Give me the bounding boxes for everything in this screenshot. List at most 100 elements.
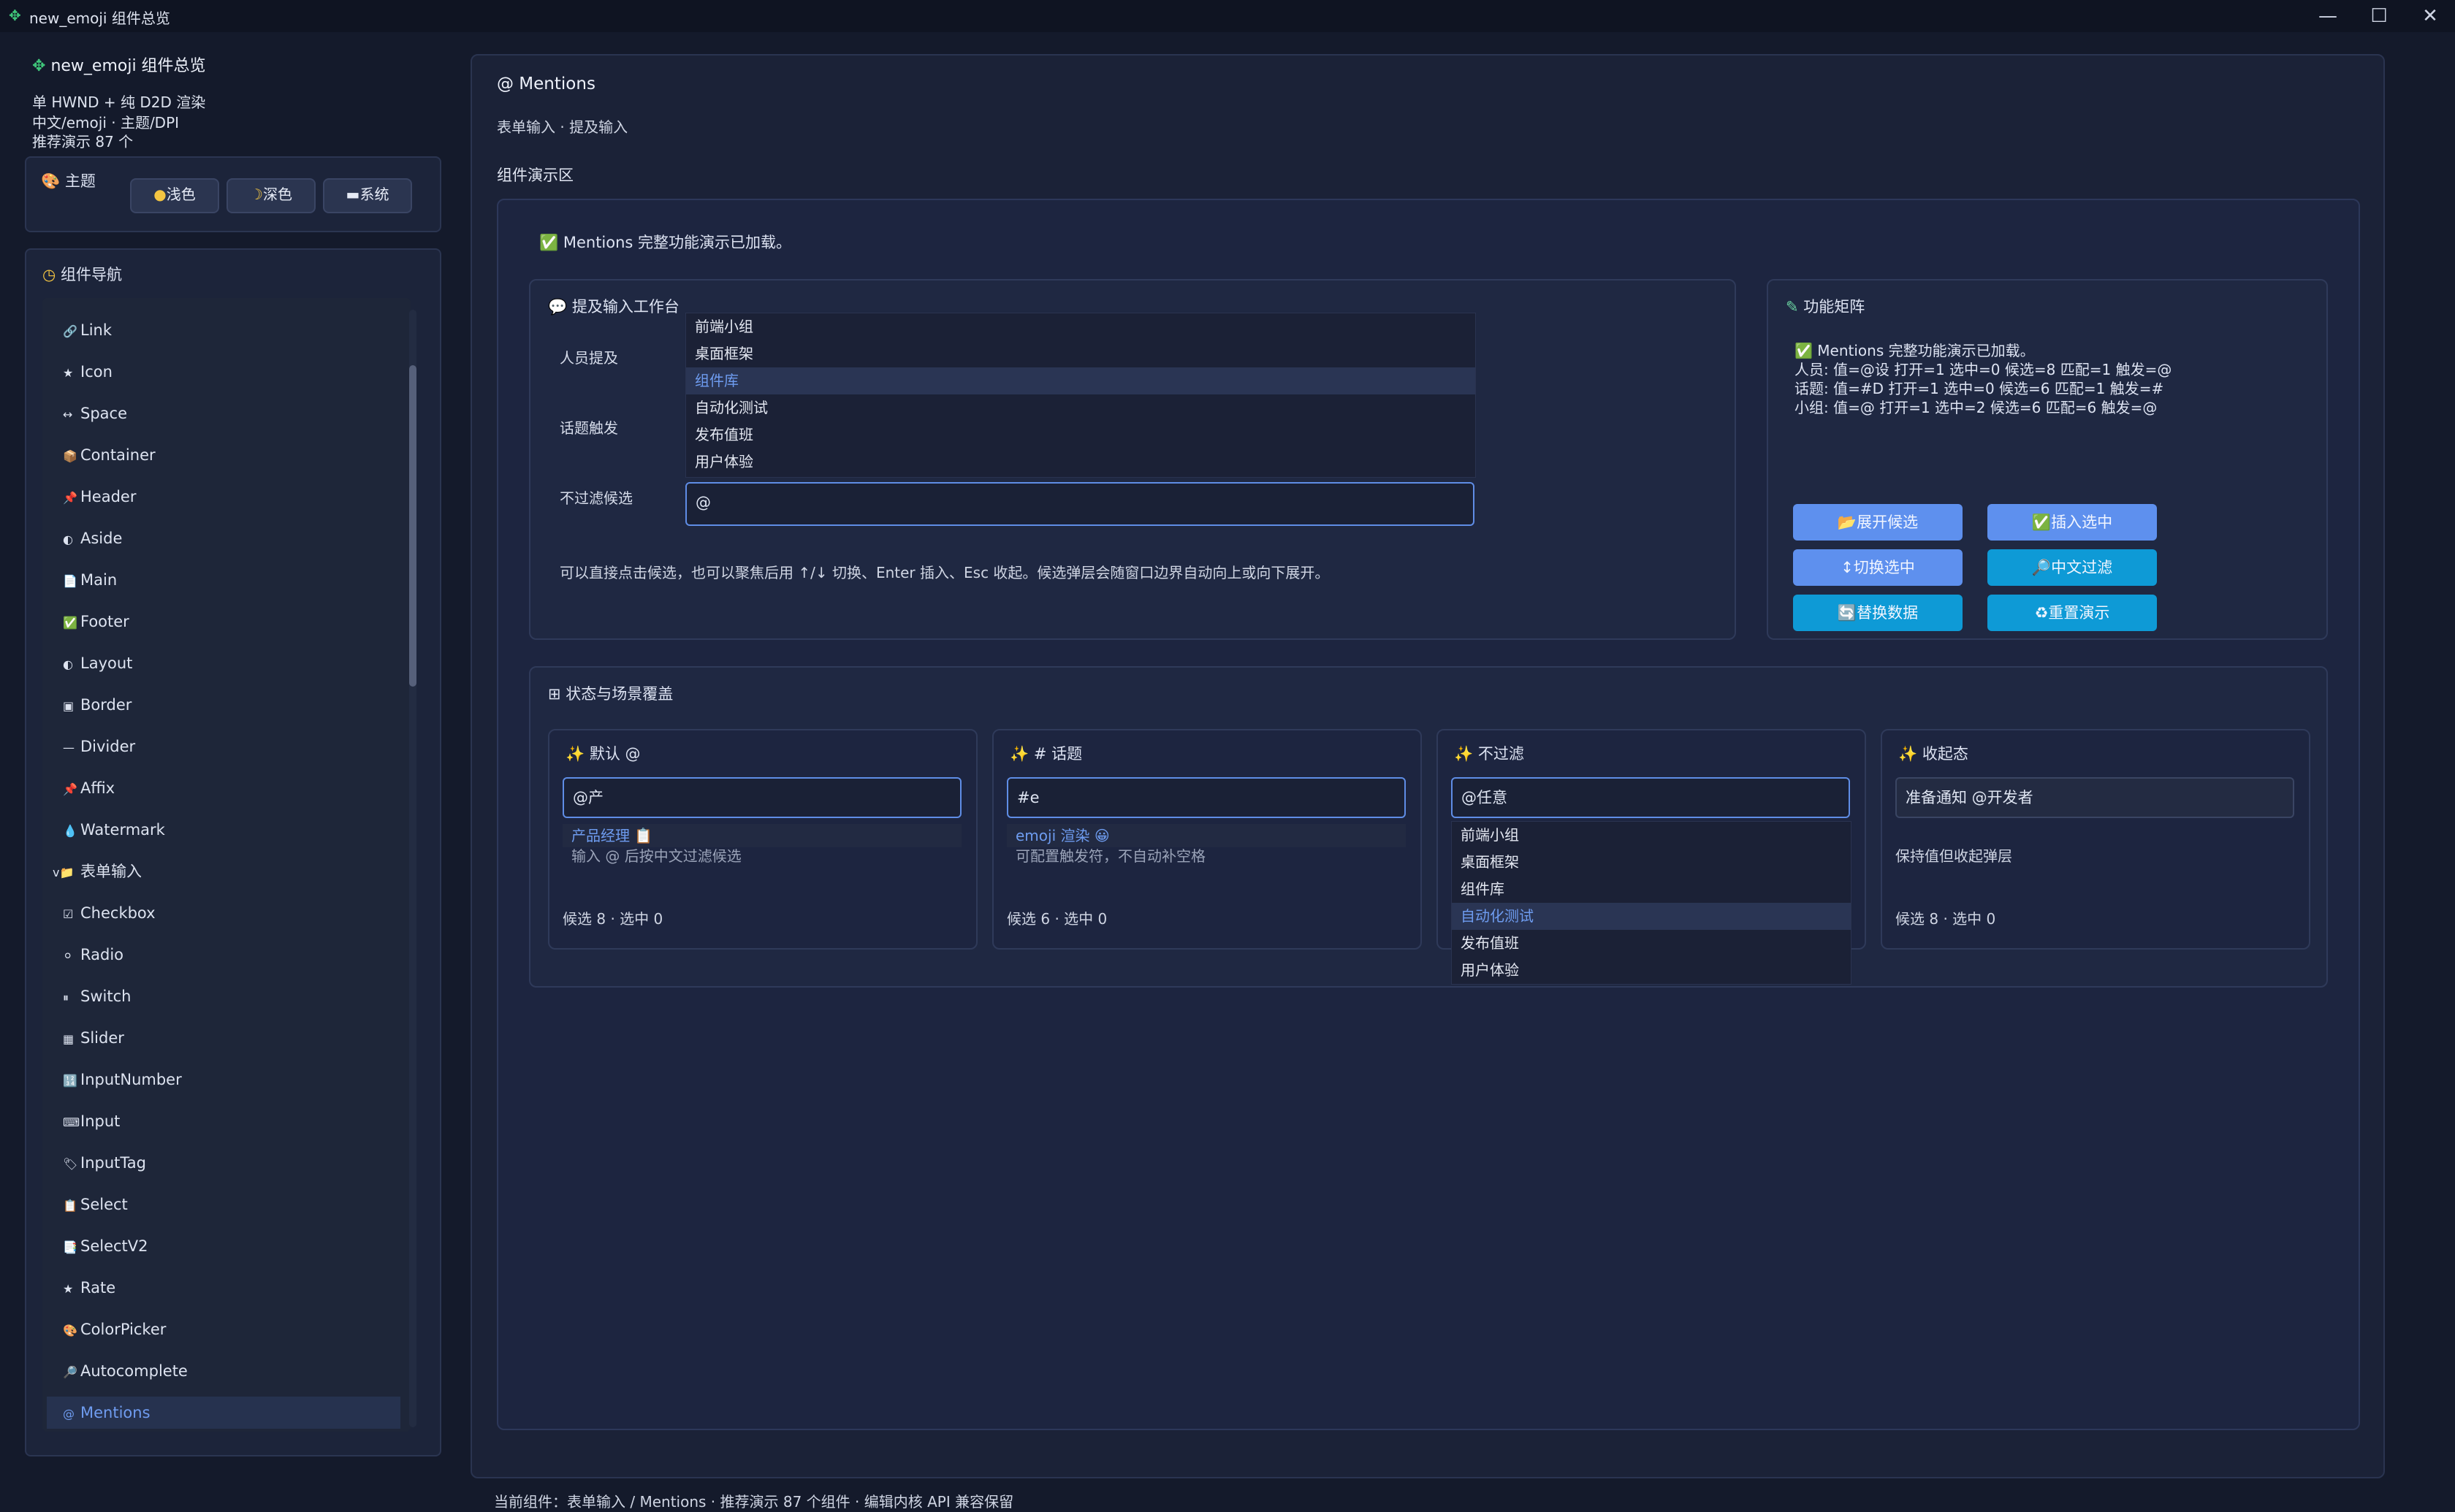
- state-card-title-text: 不过滤: [1477, 745, 1524, 763]
- row-label-people: 人员提及: [560, 349, 618, 367]
- inline-suggestion[interactable]: emoji 渲染 😀: [1007, 824, 1406, 847]
- state-input-default[interactable]: @产: [563, 777, 962, 818]
- sidebar-item-input[interactable]: ⌨Input: [47, 1105, 400, 1137]
- sidebar-item-space[interactable]: ↔ Space: [47, 397, 400, 429]
- nav-item-icon: ⚪: [63, 949, 73, 963]
- status-bar: 当前组件：表单输入 / Mentions · 推荐演示 87 个组件 · 编辑内…: [494, 1493, 1014, 1511]
- sidebar-item-checkbox[interactable]: ☑ Checkbox: [47, 897, 400, 929]
- maximize-button[interactable]: ☐: [2357, 3, 2401, 29]
- state-input-nofilter[interactable]: @任意: [1451, 777, 1850, 818]
- sidebar-item-label: Checkbox: [80, 904, 156, 922]
- sidebar-item-watermark[interactable]: 💧 Watermark: [47, 814, 400, 846]
- suggestion-option[interactable]: 组件库: [1452, 876, 1851, 903]
- sidebar-item-label: Header: [80, 488, 137, 505]
- nav-item-icon: 🔎: [63, 1365, 77, 1379]
- sidebar-item-icon[interactable]: ★ Icon: [47, 356, 400, 388]
- page-title: @ Mentions: [497, 75, 595, 93]
- check-icon: ✅: [539, 234, 559, 251]
- state-card-note: 保持值但收起弹层: [1895, 847, 2012, 865]
- sidebar-item-selectv2[interactable]: 📑 SelectV2: [47, 1230, 400, 1262]
- suggestion-option[interactable]: 桌面框架: [1452, 849, 1851, 876]
- sidebar-item-label: Radio: [80, 946, 124, 963]
- sidebar-header: ✥ new_emoji 组件总览 单 HWND + 纯 D2D 渲染 中文/em…: [32, 53, 441, 155]
- suggestion-option[interactable]: 用户体验: [1452, 957, 1851, 984]
- matrix-line-loaded-text: Mentions 完整功能演示已加载。: [1817, 342, 2035, 359]
- state-card-footer: 候选 6 · 选中 0: [1007, 910, 1108, 928]
- suggestion-option-selected[interactable]: 组件库: [686, 367, 1475, 394]
- inline-suggestion[interactable]: 产品经理 📋: [563, 824, 962, 847]
- theme-light-button[interactable]: ●浅色: [130, 178, 219, 213]
- suggestion-option[interactable]: 发布值班: [1452, 930, 1851, 957]
- arrow-icon: ↕: [1841, 559, 1854, 576]
- sidebar-item-border[interactable]: ▣ Border: [47, 689, 400, 721]
- sidebar-item-label: Rate: [80, 1279, 116, 1297]
- reset-demo-button[interactable]: ♻重置演示: [1987, 595, 2157, 631]
- sidebar-item-container[interactable]: 📦 Container: [47, 439, 400, 471]
- nav-scrollbar-thumb[interactable]: [409, 365, 416, 687]
- mention-input-nofilter[interactable]: @: [685, 482, 1474, 526]
- suggestion-option[interactable]: 前端小组: [1452, 822, 1851, 849]
- sidebar-item-footer[interactable]: ✅ Footer: [47, 606, 400, 638]
- window-title: new_emoji 组件总览: [29, 9, 170, 27]
- state-card-title: ✨ 不过滤: [1454, 742, 1524, 764]
- states-title-text: 状态与场景覆盖: [566, 685, 674, 703]
- sidebar-item-main[interactable]: 📄 Main: [47, 564, 400, 596]
- sidebar-item-表单输入[interactable]: v📁 表单输入: [47, 855, 400, 887]
- chinese-filter-button[interactable]: 🔎中文过滤: [1987, 549, 2157, 586]
- suggestion-option[interactable]: 发布值班: [686, 421, 1475, 448]
- suggestion-option-selected[interactable]: 自动化测试: [1452, 903, 1851, 930]
- sidebar-item-divider[interactable]: — Divider: [47, 730, 400, 763]
- close-button[interactable]: ✕: [2408, 3, 2452, 29]
- folder-icon: 📂: [1837, 513, 1857, 531]
- nav-item-icon: 📑: [63, 1240, 77, 1254]
- switch-selected-button[interactable]: ↕切换选中: [1793, 549, 1963, 586]
- sidebar-item-switch[interactable]: ⏸ Switch: [47, 980, 400, 1012]
- recycle-icon: ♻: [2034, 604, 2049, 622]
- nav-item-icon: v📁: [53, 866, 75, 879]
- minimize-button[interactable]: —: [2306, 3, 2350, 29]
- expand-candidates-button[interactable]: 📂展开候选: [1793, 504, 1963, 541]
- replace-data-button[interactable]: 🔄替换数据: [1793, 595, 1963, 631]
- sidebar-item-rate[interactable]: ★ Rate: [47, 1272, 400, 1304]
- suggestion-option[interactable]: 用户体验: [686, 448, 1475, 476]
- theme-dark-button[interactable]: ☽深色: [227, 178, 316, 213]
- suggestion-option[interactable]: 桌面框架: [686, 340, 1475, 367]
- matrix-line-group: 小组: 值=@ 打开=1 选中=2 候选=6 匹配=6 触发=@: [1794, 399, 2158, 416]
- nav-item-icon: ☑: [63, 907, 74, 921]
- insert-selected-button[interactable]: ✅插入选中: [1987, 504, 2157, 541]
- sidebar-item-aside[interactable]: ◐ Aside: [47, 522, 400, 554]
- suggestion-option[interactable]: 自动化测试: [686, 394, 1475, 421]
- state-card-title-text: # 话题: [1033, 745, 1083, 763]
- state-card-title-text: 默认 @: [589, 745, 641, 763]
- sidebar-item-layout[interactable]: ◐ Layout: [47, 647, 400, 679]
- refresh-icon: 🔄: [1837, 604, 1857, 622]
- sidebar-info-line: 单 HWND + 纯 D2D 渲染: [32, 93, 206, 111]
- row-label-nofilter: 不过滤候选: [560, 489, 633, 507]
- sidebar-item-slider[interactable]: ▦ Slider: [47, 1022, 400, 1054]
- sidebar-item-inputtag[interactable]: 🏷 InputTag: [47, 1147, 400, 1179]
- compass-icon: ◷: [42, 266, 56, 283]
- sparkle-icon: ✨: [566, 745, 585, 763]
- sidebar-item-label: Aside: [80, 530, 123, 547]
- sidebar-item-link[interactable]: 🔗 Link: [47, 314, 400, 346]
- sidebar-item-autocomplete[interactable]: 🔎 Autocomplete: [47, 1355, 400, 1387]
- state-card-footer: 候选 8 · 选中 0: [563, 910, 663, 928]
- sidebar-item-colorpicker[interactable]: 🎨 ColorPicker: [47, 1313, 400, 1345]
- nav-item-icon: ★: [63, 366, 74, 380]
- sidebar-item-affix[interactable]: 📌 Affix: [47, 772, 400, 804]
- sparkle-icon: ✨: [1898, 745, 1918, 763]
- suggestion-option[interactable]: 前端小组: [686, 313, 1475, 340]
- sidebar-item-mentions[interactable]: @ Mentions: [47, 1397, 400, 1429]
- sidebar-item-label: Slider: [80, 1029, 124, 1047]
- sidebar-item-select[interactable]: 📋 Select: [47, 1188, 400, 1221]
- sidebar-item-inputnumber[interactable]: 🔢 InputNumber: [47, 1064, 400, 1096]
- sidebar-item-radio[interactable]: ⚪ Radio: [47, 939, 400, 971]
- title-bar: ✥ new_emoji 组件总览 — ☐ ✕: [0, 0, 2455, 32]
- theme-system-button[interactable]: ▬系统: [323, 178, 412, 213]
- state-input-collapsed[interactable]: 准备通知 @开发者: [1895, 777, 2294, 818]
- sun-icon: ●: [153, 186, 167, 203]
- nav-item-icon: ★: [63, 1282, 74, 1296]
- page-subtitle: 表单输入 · 提及输入: [497, 118, 628, 136]
- sidebar-item-header[interactable]: 📌 Header: [47, 481, 400, 513]
- state-input-topic[interactable]: #e: [1007, 777, 1406, 818]
